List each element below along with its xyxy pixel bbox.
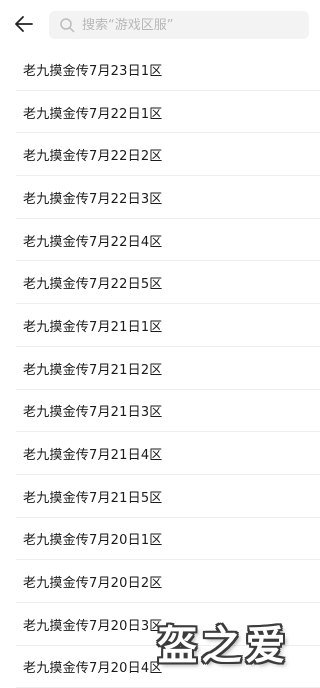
search-bar[interactable] [49, 11, 309, 39]
server-name: 老九摸金传7月22日2区 [23, 149, 163, 165]
server-name: 老九摸金传7月21日5区 [23, 490, 163, 506]
server-name: 老九摸金传7月20日4区 [23, 661, 163, 677]
server-name: 老九摸金传7月20日2区 [23, 576, 163, 592]
server-list-item[interactable]: 老九摸金传7月22日4区 [0, 219, 320, 262]
server-list-item[interactable]: 老九摸金传7月20日2区 [0, 560, 320, 603]
server-list-item[interactable]: 老九摸金传7月21日1区 [0, 304, 320, 347]
server-name: 老九摸金传7月21日2区 [23, 362, 163, 378]
arrow-left-icon [15, 16, 33, 32]
server-list-item[interactable]: 老九摸金传7月20日1区 [0, 518, 320, 561]
server-name: 老九摸金传7月21日3区 [23, 405, 163, 421]
server-list-item[interactable]: 老九摸金传7月22日1区 [0, 91, 320, 134]
server-name: 老九摸金传7月22日4区 [23, 234, 163, 250]
top-bar [0, 0, 320, 48]
search-input[interactable] [82, 11, 302, 39]
server-list-item[interactable]: 老九摸金传7月21日4区 [0, 432, 320, 475]
server-name: 老九摸金传7月20日3区 [23, 618, 163, 634]
server-list-item[interactable]: 老九摸金传7月22日2区 [0, 133, 320, 177]
server-name: 老九摸金传7月23日1区 [23, 63, 163, 79]
server-list-item[interactable]: 老九摸金传7月21日2区 [0, 347, 320, 390]
server-list-item[interactable]: 老九摸金传7月21日5区 [0, 475, 320, 518]
server-name: 老九摸金传7月21日1区 [23, 319, 163, 335]
server-name: 老九摸金传7月20日1区 [23, 533, 163, 549]
server-list-item[interactable]: 老九摸金传7月22日3区 [0, 176, 320, 219]
search-icon [60, 18, 75, 33]
server-list-item[interactable]: 老九摸金传7月21日3区 [0, 390, 320, 433]
server-name: 老九摸金传7月22日3区 [23, 191, 163, 207]
server-name: 老九摸金传7月22日5区 [23, 277, 163, 293]
server-name: 老九摸金传7月22日1区 [23, 106, 163, 122]
server-name: 老九摸金传7月21日4区 [23, 448, 163, 464]
server-list-item[interactable]: 老九摸金传7月20日3区 [0, 603, 320, 646]
server-list-item[interactable]: 老九摸金传7月22日5区 [0, 261, 320, 305]
back-button[interactable] [10, 12, 38, 36]
server-list-item[interactable]: 老九摸金传7月23日1区 [0, 48, 320, 91]
server-list-item[interactable]: 老九摸金传7月20日4区 [0, 646, 320, 688]
server-list: 老九摸金传7月23日1区 老九摸金传7月22日1区 老九摸金传7月22日2区 老九摸金… [0, 48, 320, 688]
